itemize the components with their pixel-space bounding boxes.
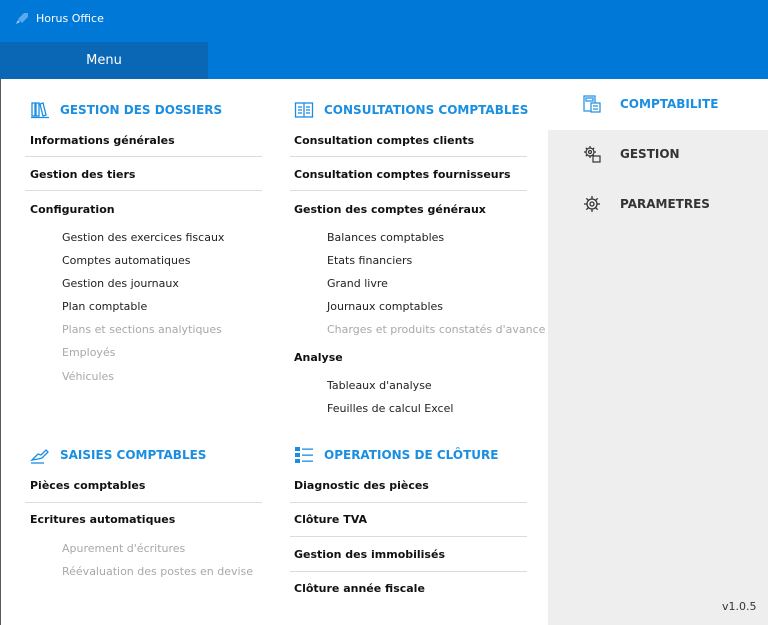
submenu-employes: Employés [62,346,116,359]
submenu-grand-livre[interactable]: Grand livre [327,277,388,291]
submenu-charges-produits: Charges et produits constatés d'avance [327,323,546,336]
submenu-comptes-automatiques[interactable]: Comptes automatiques [62,254,190,268]
submenu-apurement: Apurement d'écritures [62,542,186,555]
submenu-journaux-comptables[interactable]: Journaux comptables [327,300,443,314]
menu-item-gestion-tiers[interactable]: Gestion des tiers [30,168,135,182]
gear-icon [584,196,600,212]
menu-item-informations-generales[interactable]: Informations générales [30,134,175,148]
section-title: CONSULTATIONS COMPTABLES [324,103,529,117]
menu-tab[interactable]: Menu [0,42,208,79]
menu-item-ecritures-automatiques[interactable]: Ecritures automatiques [30,513,175,527]
divider [290,571,527,572]
submenu-plan-comptable[interactable]: Plan comptable [62,300,147,314]
rocket-icon [16,13,28,24]
gears-icon [584,146,601,163]
menu-item-comptes-fournisseurs[interactable]: Consultation comptes fournisseurs [294,168,511,182]
nav-label: PARAMETRES [620,197,710,211]
writing-hand-icon [30,449,49,464]
menu-item-analyse[interactable]: Analyse [294,351,343,365]
section-title: SAISIES COMPTABLES [60,448,207,462]
divider [290,536,527,537]
divider [25,156,262,157]
submenu-plans-analytiques: Plans et sections analytiques [62,323,222,336]
menu-item-cloture-tva[interactable]: Clôture TVA [294,513,367,527]
submenu-etats-financiers[interactable]: Etats financiers [327,254,412,268]
submenu-feuilles-excel[interactable]: Feuilles de calcul Excel [327,402,453,416]
submenu-gestion-journaux[interactable]: Gestion des journaux [62,277,179,291]
menu-item-pieces-comptables[interactable]: Pièces comptables [30,479,145,493]
nav-label: GESTION [620,147,680,161]
menu-item-diagnostic-pieces[interactable]: Diagnostic des pièces [294,479,429,493]
menu-item-gestion-immobilises[interactable]: Gestion des immobilisés [294,548,445,562]
menu-item-configuration[interactable]: Configuration [30,203,115,217]
app-title: Horus Office [36,12,104,25]
nav-label: COMPTABILITE [620,97,719,111]
menu-item-comptes-generaux[interactable]: Gestion des comptes généraux [294,203,486,217]
version-label: v1.0.5 [722,600,757,613]
submenu-balances-comptables[interactable]: Balances comptables [327,231,444,245]
submenu-reevaluation: Réévaluation des postes en devise [62,565,254,578]
title-bar: Horus Office [0,0,768,42]
ledger-icon [294,102,314,118]
section-title: OPERATIONS DE CLÔTURE [324,448,499,462]
submenu-tableaux-analyse[interactable]: Tableaux d'analyse [327,379,432,393]
calculator-icon [583,95,601,113]
menu-item-comptes-clients[interactable]: Consultation comptes clients [294,134,474,148]
divider [25,190,262,191]
menu-item-cloture-annee[interactable]: Clôture année fiscale [294,582,425,596]
menu-bar: Menu [0,42,768,79]
divider [290,190,527,191]
section-title: GESTION DES DOSSIERS [60,103,223,117]
divider [290,502,527,503]
submenu-vehicules: Véhicules [62,370,115,383]
submenu-exercices-fiscaux[interactable]: Gestion des exercices fiscaux [62,231,224,245]
divider [290,156,527,157]
divider [25,502,262,503]
books-icon [31,102,49,119]
checklist-icon [295,447,313,463]
